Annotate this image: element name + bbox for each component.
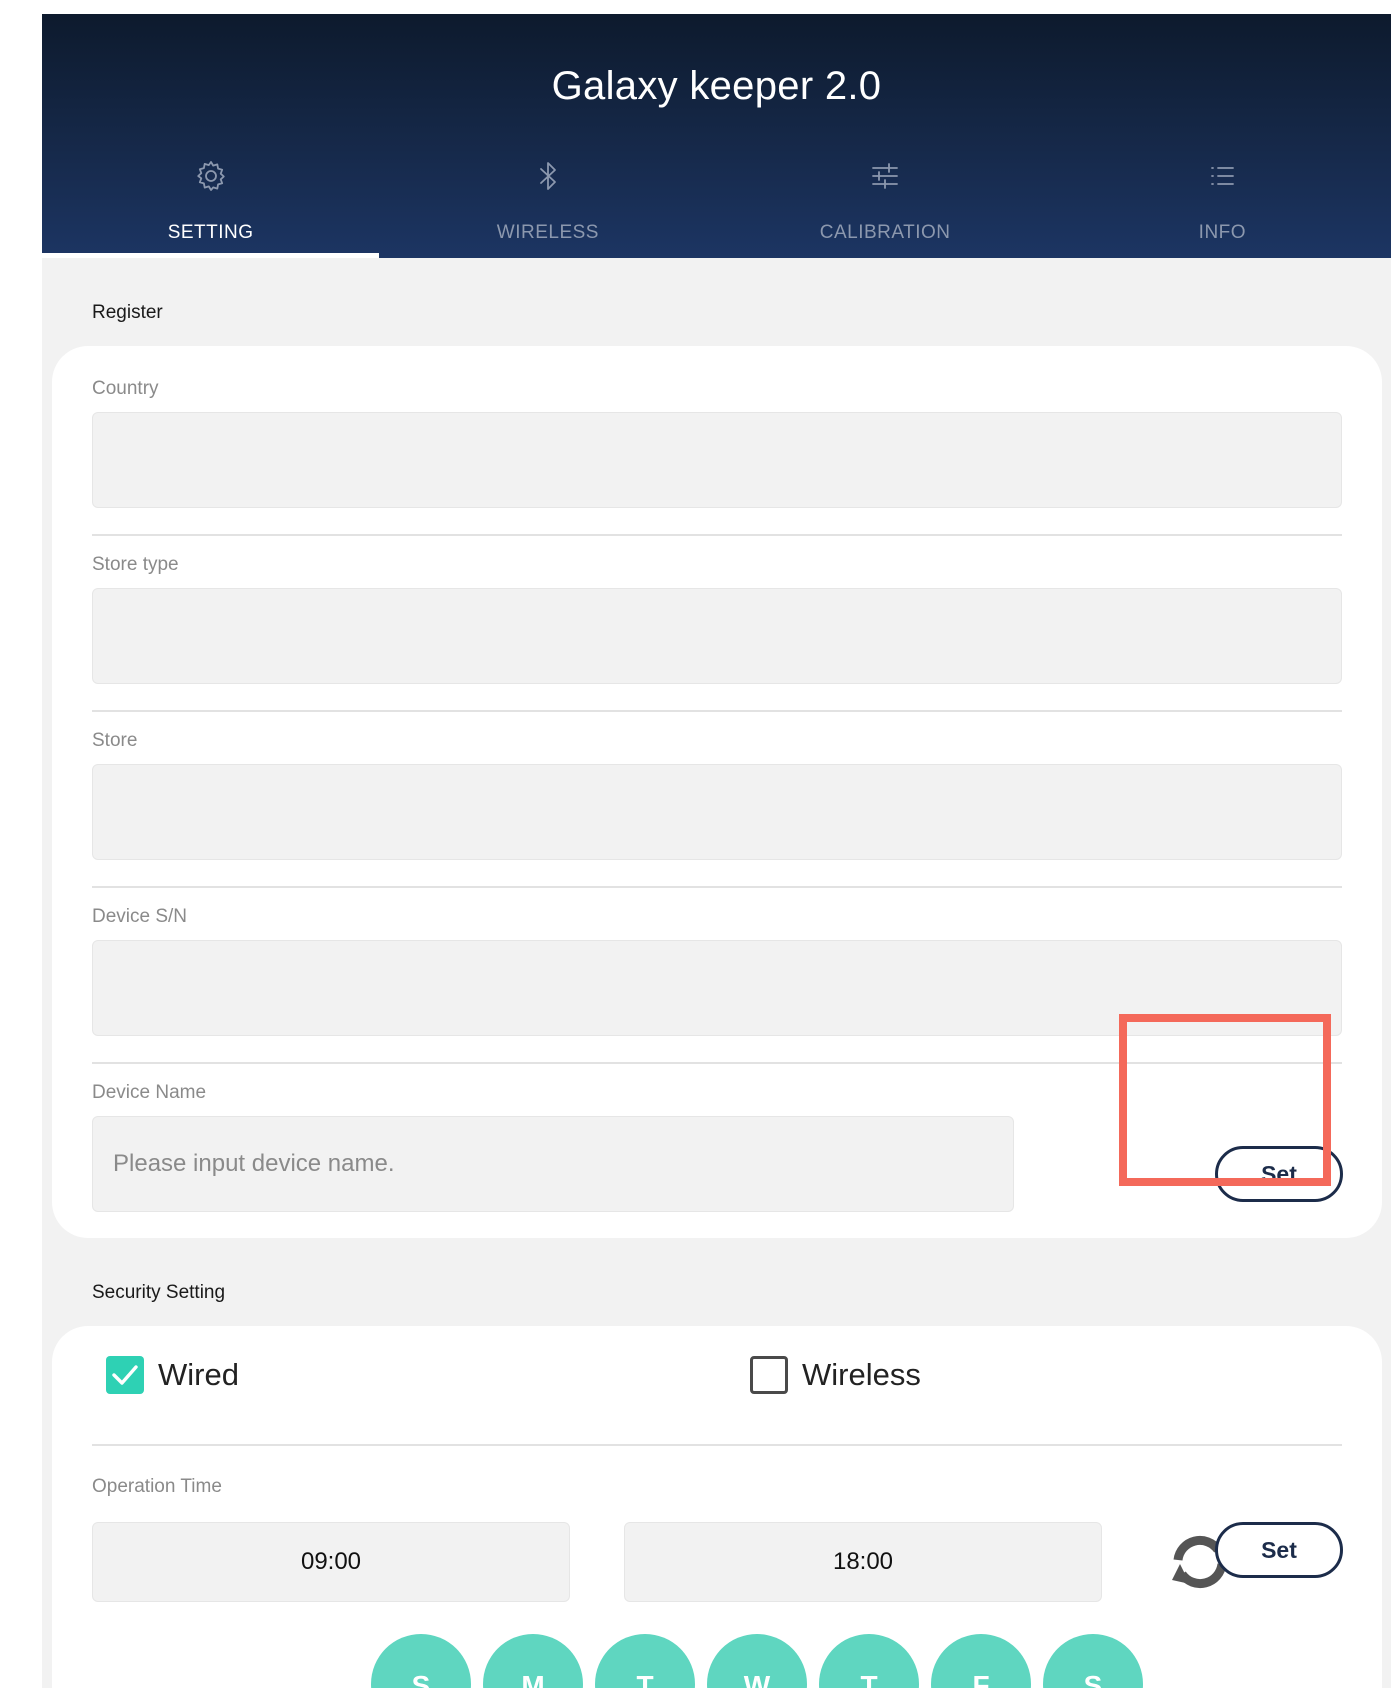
wired-checkbox[interactable] [106, 1356, 144, 1394]
gear-icon [193, 158, 229, 194]
divider [92, 710, 1342, 712]
store-type-input[interactable] [92, 588, 1342, 684]
store-input[interactable] [92, 764, 1342, 860]
operation-end-time[interactable]: 18:00 [624, 1522, 1102, 1602]
operation-start-time[interactable]: 09:00 [92, 1522, 570, 1602]
operation-time-set-button[interactable]: Set [1215, 1522, 1343, 1578]
operation-time-label: Operation Time [92, 1476, 222, 1497]
check-icon [112, 1365, 138, 1385]
divider [92, 1062, 1342, 1064]
tab-wireless[interactable]: WIRELESS [379, 144, 716, 258]
tab-calibration-label: CALIBRATION [819, 222, 951, 243]
app-title: Galaxy keeper 2.0 [551, 64, 882, 108]
wired-label: Wired [158, 1357, 239, 1392]
divider [92, 886, 1342, 888]
store-type-label: Store type [92, 554, 179, 575]
tab-bar: SETTING WIRELESS CALIBRATION INFO [42, 144, 1391, 258]
day-friday[interactable]: F [931, 1634, 1031, 1688]
day-thursday[interactable]: T [819, 1634, 919, 1688]
tab-info[interactable]: INFO [1054, 144, 1391, 258]
tab-calibration[interactable]: CALIBRATION [717, 144, 1054, 258]
register-section-title: Register [92, 302, 163, 323]
security-section-title: Security Setting [92, 1282, 226, 1303]
country-label: Country [92, 378, 159, 399]
weekday-selector: S M T W T F S [371, 1634, 1155, 1688]
day-saturday[interactable]: S [1043, 1634, 1143, 1688]
day-sunday[interactable]: S [371, 1634, 471, 1688]
day-wednesday[interactable]: W [707, 1634, 807, 1688]
sliders-icon [867, 158, 903, 194]
day-monday[interactable]: M [483, 1634, 583, 1688]
wireless-label: Wireless [802, 1357, 921, 1392]
app-header: Galaxy keeper 2.0 SETTING WIRELESS CALIB… [42, 14, 1391, 258]
device-sn-label: Device S/N [92, 906, 188, 927]
register-card: Country Store type Store Device S/N Devi… [52, 346, 1382, 1238]
device-sn-input[interactable] [92, 940, 1342, 1036]
tab-info-label: INFO [1198, 222, 1247, 243]
wireless-checkbox[interactable] [750, 1356, 788, 1394]
divider [92, 534, 1342, 536]
country-input[interactable] [92, 412, 1342, 508]
divider [92, 1444, 1342, 1446]
wired-checkbox-row[interactable]: Wired [106, 1356, 239, 1394]
device-name-set-button[interactable]: Set [1215, 1146, 1343, 1202]
tab-wireless-label: WIRELESS [496, 222, 599, 243]
bluetooth-icon [530, 158, 566, 194]
tab-setting[interactable]: SETTING [42, 144, 380, 258]
tab-setting-label: SETTING [167, 222, 254, 243]
device-name-label: Device Name [92, 1082, 207, 1103]
store-label: Store [92, 730, 138, 751]
app-window: Galaxy keeper 2.0 SETTING WIRELESS CALIB… [42, 14, 1391, 1688]
device-name-input[interactable] [92, 1116, 1014, 1212]
list-icon [1204, 158, 1240, 194]
day-tuesday[interactable]: T [595, 1634, 695, 1688]
wireless-checkbox-row[interactable]: Wireless [750, 1356, 921, 1394]
